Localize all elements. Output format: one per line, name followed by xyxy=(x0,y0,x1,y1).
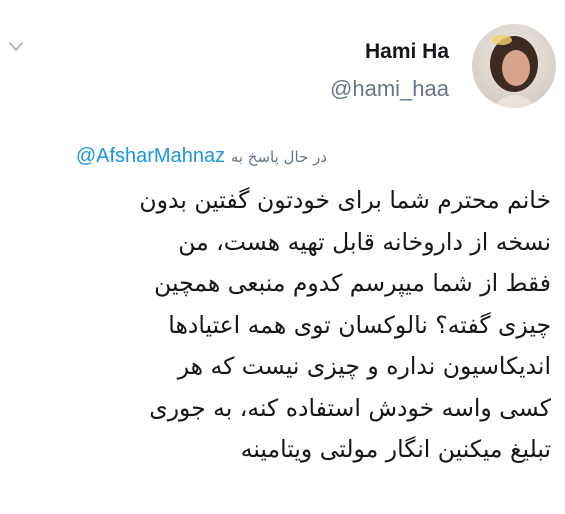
tweet-text-line: نسخه از داروخانه قابل تهیه هست، من xyxy=(178,227,551,256)
tweet-text-line: چیزی گفته؟ نالوکسان توی همه اعتیادها xyxy=(168,310,551,339)
reply-label: در حال پاسخ به xyxy=(230,148,327,166)
reply-context: @AfsharMahnaz در حال پاسخ به xyxy=(76,145,327,168)
tweet-text-line: فقط از شما میپرسم کدوم منبعی همچین xyxy=(154,269,551,297)
tweet-text-line: کسی واسه خودش استفاده کنه، به جوری xyxy=(149,393,551,422)
avatar[interactable] xyxy=(472,24,556,108)
tweet-text-line: خانم محترم شما برای خودتون گفتین بدون xyxy=(139,186,551,214)
author-name[interactable]: Hami Ha xyxy=(365,40,449,64)
tweet-text-line: اندیکاسیون نداره و چیزی نیست که هر xyxy=(177,352,551,380)
tweet-text: خانم محترم شما برای خودتون گفتین بدون نس… xyxy=(3,180,551,471)
chevron-down-icon[interactable] xyxy=(8,40,24,54)
author-handle[interactable]: @hami_haa xyxy=(330,76,449,102)
tweet-text-line: تبلیغ میکنین انگار مولتی ویتامینه xyxy=(240,435,551,463)
tweet-card: Hami Ha @hami_haa @AfsharMahnaz در حال پ… xyxy=(0,0,565,514)
reply-mention-link[interactable]: @AfsharMahnaz xyxy=(76,145,225,167)
